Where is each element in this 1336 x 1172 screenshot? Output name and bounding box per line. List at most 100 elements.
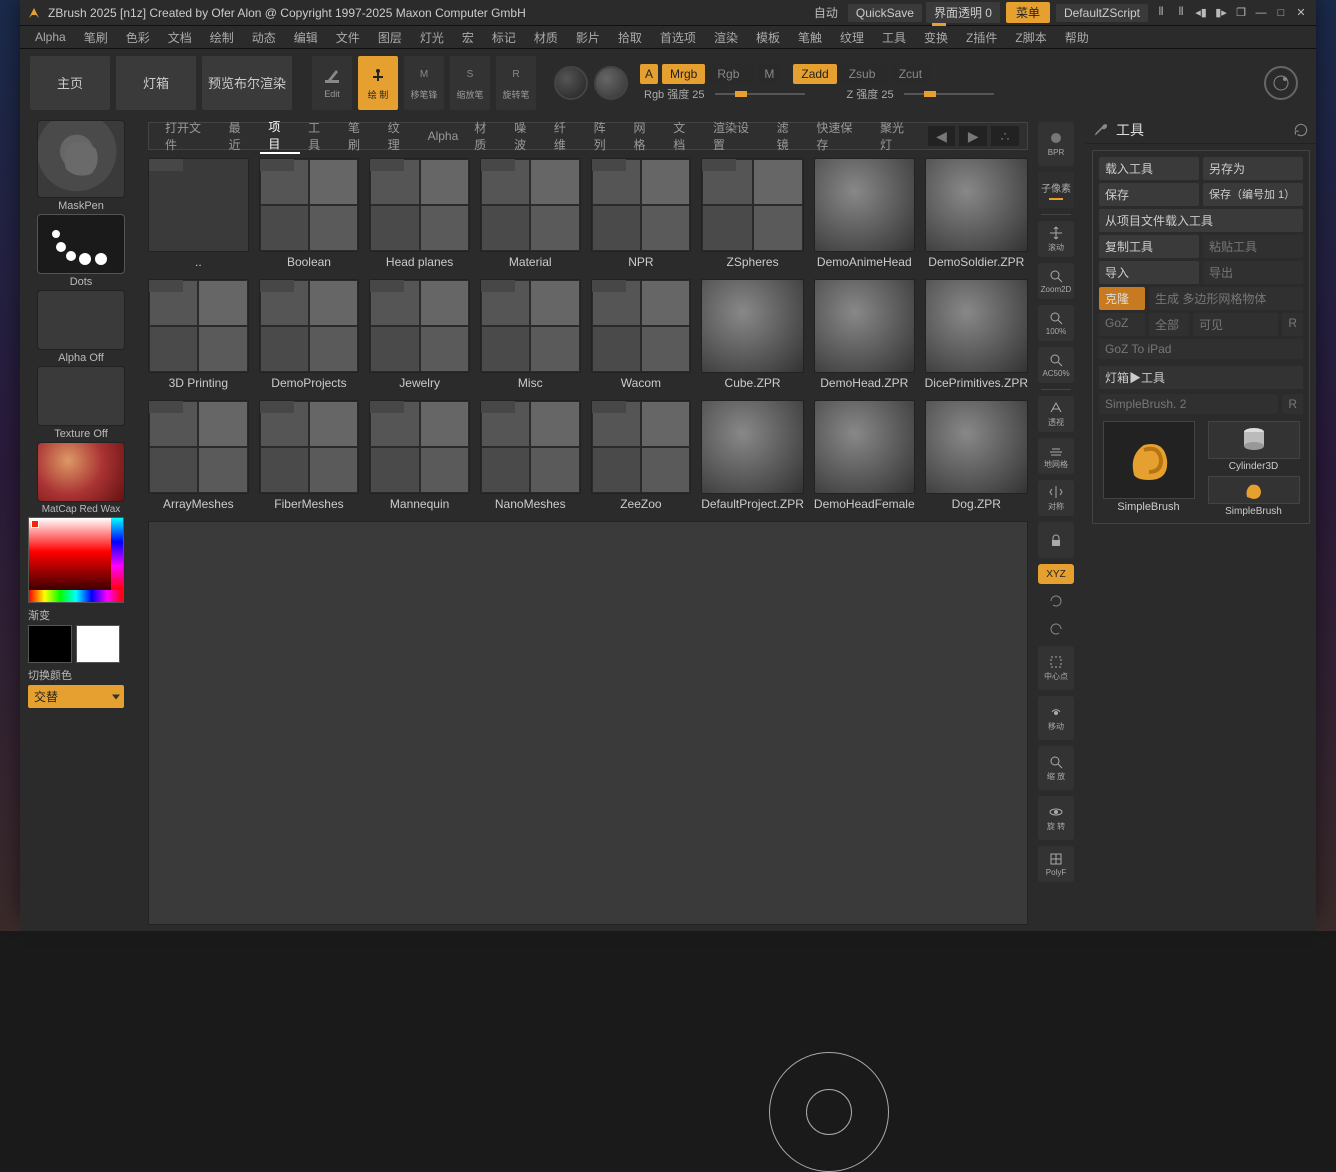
grip-icon[interactable]: ⫴ [1152,5,1170,21]
grid-item-3[interactable]: Material [480,158,581,269]
menu-模板[interactable]: 模板 [747,29,789,46]
tab-12[interactable]: 文档 [665,119,705,153]
grid-item-20[interactable]: ZeeZoo [591,400,692,511]
menu-变换[interactable]: 变换 [915,29,957,46]
tab-1[interactable]: 最近 [221,119,261,153]
current-tool-label[interactable]: SimpleBrush. 2 [1099,394,1278,414]
zoom3d-button[interactable]: 缩 放 [1038,746,1074,790]
tool-slot-2[interactable]: Cylinder3D SimpleBrush [1204,421,1303,517]
load-tool-button[interactable]: 载入工具 [1099,157,1199,180]
target-button[interactable] [1264,66,1298,100]
tab-16[interactable]: 聚光灯 [872,119,924,153]
secondary-color-swatch[interactable] [76,625,120,663]
grid-item-22[interactable]: DemoHeadFemale [814,400,915,511]
menu-色彩[interactable]: 色彩 [117,29,159,46]
quicksave-button[interactable]: QuickSave [848,4,922,22]
tab-4[interactable]: 笔刷 [340,119,380,153]
tab-11[interactable]: 网格 [625,119,665,153]
tab-14[interactable]: 滤镜 [769,119,809,153]
alpha-slot[interactable]: Alpha Off [24,290,138,364]
menu-首选项[interactable]: 首选项 [651,29,705,46]
grid-item-1[interactable]: Boolean [259,158,360,269]
menu-动态[interactable]: 动态 [243,29,285,46]
frame-button[interactable]: 中心点 [1038,646,1074,690]
menu-灯光[interactable]: 灯光 [411,29,453,46]
save-numbered-button[interactable]: 保存（编号加 1） [1203,183,1303,206]
aahalf-button[interactable]: AC50% [1038,347,1074,383]
material-slot[interactable]: MatCap Red Wax [24,442,138,515]
tab-3[interactable]: 工具 [300,119,340,153]
tab-6[interactable]: Alpha [420,129,467,143]
saveas-button[interactable]: 另存为 [1203,157,1303,180]
zadd-button[interactable]: Zadd [793,64,836,84]
menu-拾取[interactable]: 拾取 [609,29,651,46]
windows-icon[interactable]: ❐ [1232,5,1250,21]
zcut-button[interactable]: Zcut [891,64,930,84]
grid-item-12[interactable]: Wacom [591,279,692,390]
grid-item-8[interactable]: 3D Printing [148,279,249,390]
tab-5[interactable]: 纹理 [380,119,420,153]
grid-item-0[interactable]: .. [148,158,249,269]
draw-mode-button[interactable]: 绘 制 [358,56,398,110]
grid-item-10[interactable]: Jewelry [369,279,470,390]
grip-icon-2[interactable]: ⫴ [1172,5,1190,21]
menu-alpha[interactable]: Alpha [26,30,75,44]
scale-mode-button[interactable]: S缩放笔 [450,56,490,110]
bpr-button[interactable]: BPR [1038,122,1074,166]
grid-item-5[interactable]: ZSpheres [701,158,804,269]
menu-笔刷[interactable]: 笔刷 [75,29,117,46]
close-icon[interactable]: ✕ [1292,5,1310,21]
grid-item-14[interactable]: DemoHead.ZPR [814,279,915,390]
refresh-icon[interactable] [1292,121,1310,139]
grid-item-23[interactable]: Dog.ZPR [925,400,1028,511]
grid-item-16[interactable]: ArrayMeshes [148,400,249,511]
menu-材质[interactable]: 材质 [525,29,567,46]
make-polymesh-button[interactable]: 生成 多边形网格物体 [1149,287,1303,310]
grid-item-11[interactable]: Misc [480,279,581,390]
next-button[interactable]: ▶ [959,126,987,146]
lightbox-tool-button[interactable]: 灯箱▶工具 [1099,366,1303,389]
collapse-right-icon[interactable]: ▮▸ [1212,5,1230,21]
prev-button[interactable]: ◀ [928,126,956,146]
material-sphere-icon[interactable] [554,66,588,100]
maximize-icon[interactable]: □ [1272,5,1290,21]
rotate3d-button[interactable]: 旋 转 [1038,796,1074,840]
move3d-button[interactable]: 移动 [1038,696,1074,740]
m-button[interactable]: M [759,64,779,84]
tab-0[interactable]: 打开文件 [157,119,221,153]
persp-button[interactable]: 透视 [1038,396,1074,432]
canvas[interactable] [148,521,1028,925]
menu-文件[interactable]: 文件 [327,29,369,46]
home-button[interactable]: 主页 [30,56,110,110]
lock-button[interactable] [1038,522,1074,558]
color-picker[interactable]: 渐变 [24,517,138,623]
load-from-project-button[interactable]: 从项目文件载入工具 [1099,209,1303,232]
export-button[interactable]: 导出 [1203,261,1303,284]
grid-item-2[interactable]: Head planes [369,158,470,269]
tab-15[interactable]: 快速保存 [808,119,872,153]
menu-button[interactable]: 菜单 [1006,2,1050,23]
z-intensity-slider[interactable] [904,93,994,95]
save-button[interactable]: 保存 [1099,183,1199,206]
paste-tool-button[interactable]: 粘贴工具 [1203,235,1303,258]
rgb-intensity-slider[interactable] [715,93,805,95]
alternate-button[interactable]: 交替 [28,685,124,708]
tab-10[interactable]: 阵列 [586,119,626,153]
texture-slot[interactable]: Texture Off [24,366,138,440]
grid-item-19[interactable]: NanoMeshes [480,400,581,511]
menu-宏[interactable]: 宏 [453,29,483,46]
rgb-intensity-label[interactable]: Rgb 强度 25 [644,86,705,102]
tab-9[interactable]: 纤维 [546,119,586,153]
menu-绘制[interactable]: 绘制 [201,29,243,46]
actual-size-button[interactable]: 100% [1038,305,1074,341]
lightbox-button[interactable]: 灯箱 [116,56,196,110]
menu-笔触[interactable]: 笔触 [789,29,831,46]
menu-工具[interactable]: 工具 [873,29,915,46]
goz-all-button[interactable]: 全部 [1149,313,1189,336]
menu-z脚本[interactable]: Z脚本 [1006,29,1055,46]
grid-item-13[interactable]: Cube.ZPR [701,279,804,390]
collapse-left-icon[interactable]: ◂▮ [1192,5,1210,21]
grid-item-9[interactable]: DemoProjects [259,279,360,390]
ui-transparency-button[interactable]: 界面透明 0 [926,2,1000,23]
a-button[interactable]: A [640,64,658,84]
